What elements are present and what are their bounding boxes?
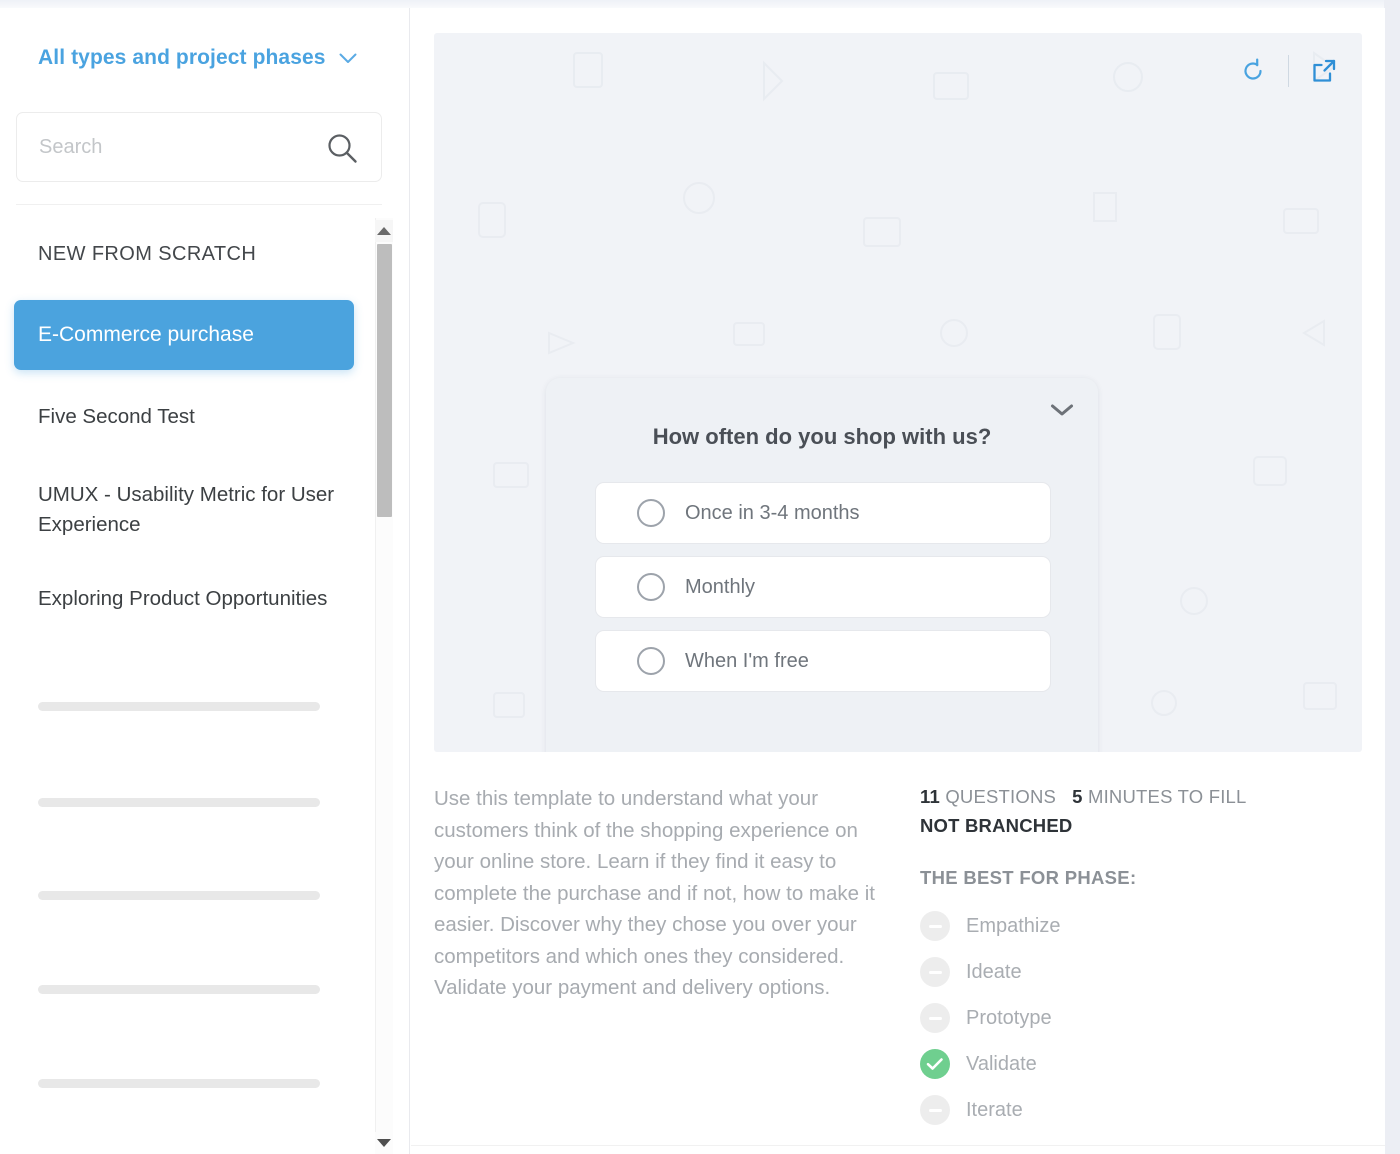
phase-label: Iterate bbox=[966, 1098, 1023, 1121]
phase-row-iterate: Iterate bbox=[920, 1087, 1340, 1133]
minus-circle-icon bbox=[920, 1003, 950, 1033]
radio-button-icon[interactable] bbox=[637, 499, 665, 527]
window-top-edge bbox=[0, 0, 1400, 8]
question-option-label: When I'm free bbox=[685, 649, 809, 672]
phase-row-validate: Validate bbox=[920, 1041, 1340, 1087]
minutes-label-text: MINUTES TO FILL bbox=[1087, 786, 1247, 807]
question-option[interactable]: Once in 3-4 months bbox=[595, 482, 1051, 544]
phases-title: THE BEST FOR PHASE: bbox=[920, 867, 1137, 888]
list-section-header: NEW FROM SCRATCH bbox=[38, 243, 257, 265]
list-item-exploring-product-opportunities[interactable]: Exploring Product Opportunities bbox=[38, 584, 358, 614]
panel-bottom-divider bbox=[411, 1145, 1385, 1146]
search-input[interactable] bbox=[39, 135, 309, 159]
list-item-placeholder bbox=[38, 985, 320, 994]
question-card: How often do you shop with us? Once in 3… bbox=[546, 378, 1098, 752]
triangle-up-icon bbox=[377, 227, 391, 235]
search-icon[interactable] bbox=[325, 131, 359, 165]
phase-list: Empathize Ideate Prototype Validate Iter… bbox=[920, 903, 1340, 1133]
phase-label: Empathize bbox=[966, 914, 1061, 937]
radio-button-icon[interactable] bbox=[637, 647, 665, 675]
template-meta: 11 QUESTIONS 5 MINUTES TO FILL NOT BRANC… bbox=[920, 786, 1340, 1133]
list-item-placeholder bbox=[38, 891, 320, 900]
questions-label-text: QUESTIONS bbox=[945, 786, 1057, 807]
preview-action-bar bbox=[1237, 55, 1340, 87]
list-item-five-second-test[interactable]: Five Second Test bbox=[38, 402, 358, 432]
minus-circle-icon bbox=[920, 1095, 950, 1125]
refresh-icon[interactable] bbox=[1237, 55, 1269, 87]
list-item-label: Five Second Test bbox=[38, 405, 195, 428]
list-item-placeholder bbox=[38, 1079, 320, 1088]
questions-count: 11 bbox=[920, 786, 940, 807]
phase-label: Validate bbox=[966, 1052, 1037, 1075]
list-item-umux[interactable]: UMUX - Usability Metric for User Experie… bbox=[38, 480, 358, 540]
minus-circle-icon bbox=[920, 957, 950, 987]
template-sidebar: All types and project phases NEW FROM SC… bbox=[0, 8, 410, 1154]
search-divider bbox=[16, 204, 382, 205]
question-option[interactable]: Monthly bbox=[595, 556, 1051, 618]
action-separator bbox=[1288, 55, 1289, 87]
open-external-icon[interactable] bbox=[1308, 55, 1340, 87]
sidebar-scrollbar-thumb[interactable] bbox=[377, 244, 392, 517]
meta-counts: 11 QUESTIONS 5 MINUTES TO FILL bbox=[920, 786, 1340, 808]
list-item-label: Exploring Product Opportunities bbox=[38, 587, 328, 610]
question-option-label: Monthly bbox=[685, 575, 756, 598]
minus-circle-icon bbox=[920, 911, 950, 941]
question-title: How often do you shop with us? bbox=[652, 424, 992, 449]
list-item-label: E-Commerce purchase bbox=[38, 323, 254, 346]
list-item-placeholder bbox=[38, 798, 320, 807]
check-circle-icon bbox=[920, 1049, 950, 1079]
phase-row-empathize: Empathize bbox=[920, 903, 1340, 949]
filter-dropdown-label: All types and project phases bbox=[38, 46, 326, 69]
branching-status: NOT BRANCHED bbox=[920, 815, 1073, 836]
phase-row-ideate: Ideate bbox=[920, 949, 1340, 995]
scroll-up-button[interactable] bbox=[375, 220, 393, 242]
triangle-down-icon bbox=[377, 1139, 391, 1147]
filter-dropdown[interactable]: All types and project phases bbox=[38, 46, 357, 70]
scroll-down-button[interactable] bbox=[375, 1132, 393, 1154]
template-detail-panel: How often do you shop with us? Once in 3… bbox=[411, 8, 1385, 1154]
radio-button-icon[interactable] bbox=[637, 573, 665, 601]
phase-label: Prototype bbox=[966, 1006, 1052, 1029]
list-item-label: UMUX - Usability Metric for User Experie… bbox=[38, 483, 335, 536]
template-preview: How often do you shop with us? Once in 3… bbox=[434, 33, 1362, 752]
question-options: Once in 3-4 months Monthly When I'm free bbox=[595, 482, 1051, 692]
chevron-down-icon bbox=[339, 53, 357, 64]
phase-label: Ideate bbox=[966, 960, 1022, 983]
list-item-e-commerce-purchase[interactable]: E-Commerce purchase bbox=[14, 300, 354, 370]
phase-row-prototype: Prototype bbox=[920, 995, 1340, 1041]
chevron-down-icon[interactable] bbox=[1048, 396, 1076, 424]
search-box[interactable] bbox=[16, 112, 382, 182]
template-description: Use this template to understand what you… bbox=[434, 787, 876, 999]
list-item-placeholder bbox=[38, 702, 320, 711]
window-right-edge bbox=[1384, 0, 1400, 1154]
app-window: All types and project phases NEW FROM SC… bbox=[0, 0, 1400, 1154]
minutes-count: 5 bbox=[1072, 786, 1083, 807]
question-option-label: Once in 3-4 months bbox=[685, 501, 860, 524]
question-option[interactable]: When I'm free bbox=[595, 630, 1051, 692]
